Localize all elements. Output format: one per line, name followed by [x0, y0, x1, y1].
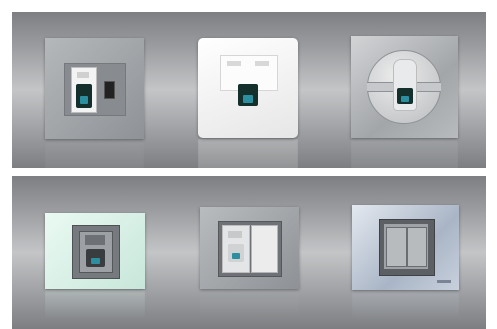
- socket-insert: [218, 221, 282, 277]
- rj45-port: [76, 84, 92, 108]
- jack-module-right: [407, 227, 427, 267]
- jack-label: [228, 231, 242, 238]
- rj45-port: [238, 84, 258, 106]
- bottom-product-panel: [12, 176, 486, 329]
- plate-reflection: [352, 291, 459, 321]
- jack-label: [255, 61, 269, 66]
- silver-round-rj45-socket: [351, 36, 458, 138]
- jack-module-left: [386, 227, 407, 267]
- socket-insert: [64, 63, 126, 116]
- rj45-port: [228, 244, 244, 262]
- blue-glass-rj45-socket: [352, 205, 459, 290]
- jack-label: [227, 61, 241, 66]
- round-socket-insert: [367, 50, 441, 124]
- plate-reflection: [198, 139, 298, 168]
- blank-cover: [251, 225, 278, 273]
- plate-reflection: [45, 140, 144, 168]
- plate-reflection: [200, 290, 299, 320]
- silver-rj45-usb-socket: [45, 38, 144, 139]
- brand-mark: [437, 280, 451, 283]
- rj45-port: [86, 249, 105, 267]
- rj45-jack: [71, 67, 97, 113]
- silver-rj45-socket-with-blank: [200, 207, 299, 289]
- inner-frame: [79, 231, 113, 273]
- mint-glass-rj45-socket: [45, 213, 145, 289]
- plate-reflection: [351, 139, 458, 168]
- usb-port: [104, 81, 115, 99]
- jack-label: [77, 72, 89, 78]
- jack-label: [85, 235, 105, 245]
- socket-insert: [379, 219, 435, 276]
- socket-insert: [72, 225, 120, 279]
- rj45-jack: [393, 59, 417, 111]
- white-rj45-socket: [198, 38, 298, 138]
- rj45-jack: [222, 225, 250, 273]
- rj45-port: [397, 88, 413, 104]
- plate-reflection: [45, 290, 145, 320]
- inner-frame: [384, 224, 428, 269]
- top-product-panel: [12, 12, 486, 168]
